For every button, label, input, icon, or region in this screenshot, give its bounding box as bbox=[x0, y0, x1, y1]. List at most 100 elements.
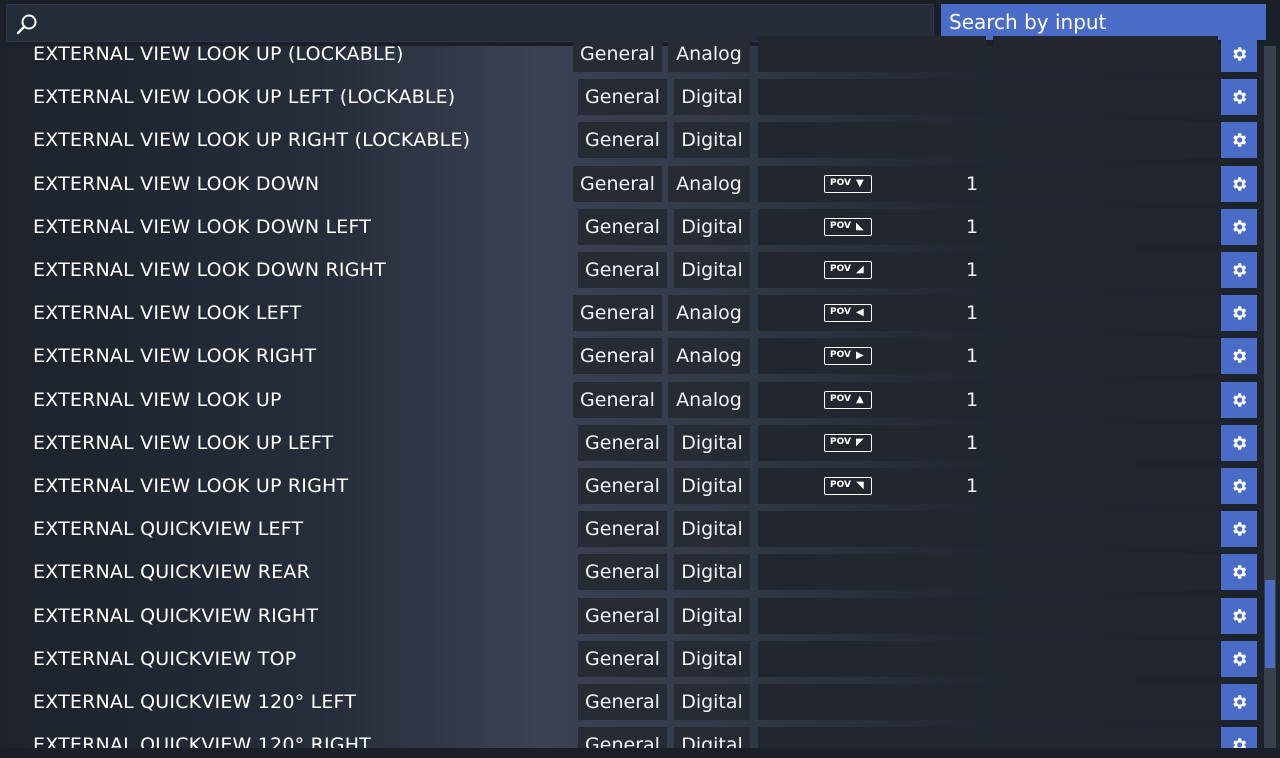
type-cell: Digital bbox=[674, 684, 750, 720]
secondary-binding-slot[interactable] bbox=[993, 684, 1218, 720]
table-row[interactable]: EXTERNAL VIEW LOOK UP LEFT (LOCKABLE) Gen… bbox=[0, 79, 1262, 116]
settings-button[interactable] bbox=[1221, 424, 1257, 461]
primary-binding-slot[interactable]: POV ◥ 1 bbox=[758, 468, 986, 504]
primary-binding-slot[interactable]: POV ◢ 1 bbox=[758, 252, 986, 288]
table-row[interactable]: EXTERNAL QUICKVIEW 120° LEFT General Digit… bbox=[0, 684, 1262, 720]
binding-name: EXTERNAL VIEW LOOK RIGHT bbox=[33, 345, 317, 368]
table-row[interactable]: EXTERNAL VIEW LOOK UP LEFT General Digital… bbox=[0, 424, 1262, 461]
pov-label: POV bbox=[830, 307, 851, 318]
settings-button[interactable] bbox=[1221, 640, 1257, 677]
primary-binding-slot[interactable]: POV ◤ 1 bbox=[758, 424, 986, 461]
settings-button[interactable] bbox=[1221, 79, 1257, 116]
table-row[interactable]: EXTERNAL QUICKVIEW LEFT General Digital bbox=[0, 511, 1262, 548]
table-row[interactable]: EXTERNAL VIEW LOOK DOWN RIGHT General Digi… bbox=[0, 252, 1262, 288]
secondary-binding-slot[interactable] bbox=[993, 511, 1218, 548]
category-cell: General bbox=[578, 511, 667, 548]
binding-count: 1 bbox=[966, 345, 979, 368]
secondary-binding-slot[interactable] bbox=[993, 381, 1218, 418]
category-cell: General bbox=[578, 554, 667, 591]
table-row[interactable]: EXTERNAL VIEW LOOK DOWN LEFT General Digit… bbox=[0, 208, 1262, 245]
secondary-binding-slot[interactable] bbox=[993, 122, 1218, 159]
secondary-binding-slot[interactable] bbox=[993, 338, 1218, 375]
secondary-binding-slot[interactable] bbox=[993, 79, 1218, 116]
primary-binding-slot[interactable]: POV ▶ 1 bbox=[758, 338, 986, 375]
table-row[interactable]: EXTERNAL QUICKVIEW 120° RIGHT General Digi… bbox=[0, 727, 1262, 748]
settings-button[interactable] bbox=[1221, 122, 1257, 159]
primary-binding-slot[interactable] bbox=[758, 727, 986, 748]
binding-name: EXTERNAL QUICKVIEW RIGHT bbox=[33, 604, 319, 627]
secondary-binding-slot[interactable] bbox=[993, 36, 1218, 72]
table-row[interactable]: EXTERNAL VIEW LOOK UP RIGHT (LOCKABLE) Ge… bbox=[0, 122, 1262, 159]
secondary-binding-slot[interactable] bbox=[993, 468, 1218, 504]
settings-button[interactable] bbox=[1221, 597, 1257, 634]
secondary-binding-slot[interactable] bbox=[993, 640, 1218, 677]
table-row[interactable]: EXTERNAL VIEW LOOK UP General Analog POV ▲ 1 bbox=[0, 381, 1262, 418]
primary-binding-slot[interactable]: POV ▲ 1 bbox=[758, 381, 986, 418]
settings-button[interactable] bbox=[1221, 36, 1257, 72]
primary-binding-slot[interactable] bbox=[758, 36, 986, 72]
category-cell: General bbox=[578, 208, 667, 245]
secondary-binding-slot[interactable] bbox=[993, 165, 1218, 202]
settings-button[interactable] bbox=[1221, 468, 1257, 504]
secondary-binding-slot[interactable] bbox=[993, 727, 1218, 748]
primary-binding-slot[interactable] bbox=[758, 122, 986, 159]
primary-binding-slot[interactable] bbox=[758, 79, 986, 116]
gear-icon bbox=[1233, 436, 1247, 450]
type-cell: Digital bbox=[674, 122, 750, 159]
secondary-binding-slot[interactable] bbox=[993, 554, 1218, 591]
scrollbar-thumb[interactable] bbox=[1265, 580, 1275, 668]
type-cell: Analog bbox=[668, 295, 750, 332]
bottom-bar bbox=[0, 748, 1280, 758]
settings-button[interactable] bbox=[1221, 727, 1257, 748]
settings-button[interactable] bbox=[1221, 554, 1257, 591]
settings-button[interactable] bbox=[1221, 511, 1257, 548]
table-row[interactable]: EXTERNAL VIEW LOOK UP (LOCKABLE) General A… bbox=[0, 36, 1262, 72]
pov-label: POV bbox=[830, 350, 851, 361]
table-row[interactable]: EXTERNAL QUICKVIEW RIGHT General Digital bbox=[0, 597, 1262, 634]
pov-direction-icon: ▼ bbox=[856, 177, 864, 189]
primary-binding-slot[interactable] bbox=[758, 684, 986, 720]
type-cell: Digital bbox=[674, 208, 750, 245]
table-row[interactable]: EXTERNAL QUICKVIEW TOP General Digital bbox=[0, 640, 1262, 677]
secondary-binding-slot[interactable] bbox=[993, 424, 1218, 461]
binding-count: 1 bbox=[966, 215, 979, 238]
pov-badge: POV ▲ bbox=[824, 390, 872, 409]
binding-count: 1 bbox=[966, 172, 979, 195]
table-row[interactable]: EXTERNAL VIEW LOOK LEFT General Analog POV ◀… bbox=[0, 295, 1262, 332]
pov-direction-icon: ◀ bbox=[856, 307, 864, 319]
settings-button[interactable] bbox=[1221, 295, 1257, 332]
secondary-binding-slot[interactable] bbox=[993, 295, 1218, 332]
secondary-binding-slot[interactable] bbox=[993, 208, 1218, 245]
settings-button[interactable] bbox=[1221, 208, 1257, 245]
table-row[interactable]: EXTERNAL VIEW LOOK RIGHT General Analog POV… bbox=[0, 338, 1262, 375]
settings-button[interactable] bbox=[1221, 338, 1257, 375]
category-cell: General bbox=[578, 468, 667, 504]
secondary-binding-slot[interactable] bbox=[993, 252, 1218, 288]
category-cell: General bbox=[573, 295, 662, 332]
primary-binding-slot[interactable]: POV ◀ 1 bbox=[758, 295, 986, 332]
binding-name: EXTERNAL VIEW LOOK UP bbox=[33, 388, 282, 411]
settings-button[interactable] bbox=[1221, 684, 1257, 720]
settings-button[interactable] bbox=[1221, 165, 1257, 202]
secondary-binding-slot[interactable] bbox=[993, 597, 1218, 634]
table-row[interactable]: EXTERNAL VIEW LOOK UP RIGHT General Digita… bbox=[0, 468, 1262, 504]
primary-binding-slot[interactable] bbox=[758, 597, 986, 634]
pov-label: POV bbox=[830, 393, 851, 404]
binding-count: 1 bbox=[966, 302, 979, 325]
table-row[interactable]: EXTERNAL VIEW LOOK DOWN General Analog POV ▼… bbox=[0, 165, 1262, 202]
primary-binding-slot[interactable] bbox=[758, 640, 986, 677]
binding-name: EXTERNAL QUICKVIEW TOP bbox=[33, 647, 297, 670]
primary-binding-slot[interactable] bbox=[758, 511, 986, 548]
settings-button[interactable] bbox=[1221, 381, 1257, 418]
table-row[interactable]: EXTERNAL QUICKVIEW REAR General Digital bbox=[0, 554, 1262, 591]
category-cell: General bbox=[578, 597, 667, 634]
primary-binding-slot[interactable]: POV ▼ 1 bbox=[758, 165, 986, 202]
pov-direction-icon: ◣ bbox=[856, 220, 864, 232]
pov-label: POV bbox=[830, 177, 851, 188]
settings-button[interactable] bbox=[1221, 252, 1257, 288]
gear-icon bbox=[1233, 47, 1247, 61]
primary-binding-slot[interactable]: POV ◣ 1 bbox=[758, 208, 986, 245]
gear-icon bbox=[1233, 522, 1247, 536]
type-cell: Digital bbox=[674, 424, 750, 461]
primary-binding-slot[interactable] bbox=[758, 554, 986, 591]
